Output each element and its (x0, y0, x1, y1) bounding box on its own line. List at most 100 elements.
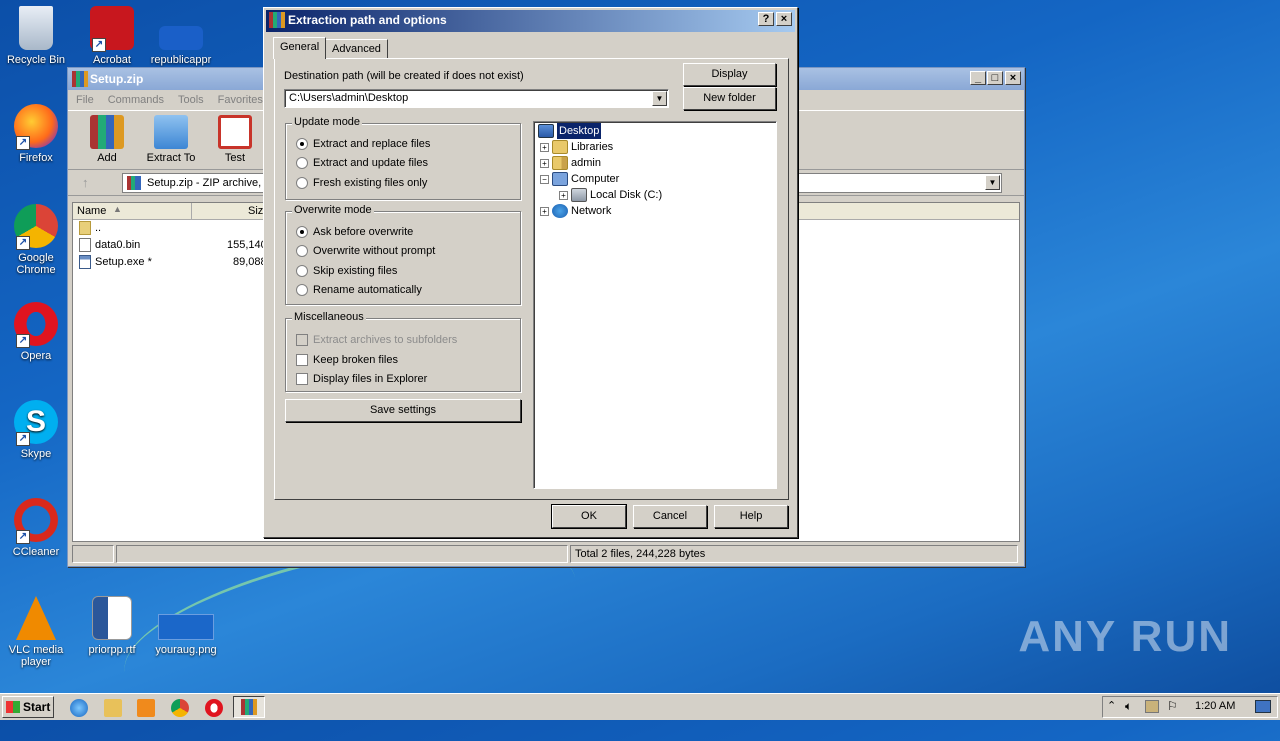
checkbox[interactable] (296, 373, 308, 385)
desktop-icon-vlc[interactable]: VLC media player (0, 596, 72, 668)
checkbox[interactable] (296, 354, 308, 366)
tray-expand-icon[interactable]: ⌃ (1107, 699, 1116, 712)
tree-item-libraries[interactable]: + Libraries (540, 139, 613, 155)
radio-button[interactable] (296, 177, 308, 189)
radio-extract-update[interactable]: Extract and update files (296, 155, 428, 171)
tree-item-computer[interactable]: − Computer (540, 171, 619, 187)
checkbox-extract-subfolders: Extract archives to subfolders (296, 332, 457, 348)
test-button[interactable]: Test (206, 115, 264, 164)
tab-general[interactable]: General (273, 37, 327, 59)
add-label: Add (97, 152, 117, 164)
destination-label: Destination path (will be created if doe… (284, 70, 524, 82)
radio-rename-automatically[interactable]: Rename automatically (296, 282, 422, 298)
radio-button[interactable] (296, 157, 308, 169)
radio-button[interactable] (296, 265, 308, 277)
radio-button[interactable] (296, 245, 308, 257)
chevron-down-icon[interactable]: ▼ (652, 91, 667, 106)
option-label: Extract and update files (313, 157, 428, 169)
radio-button[interactable] (296, 226, 308, 238)
chrome-icon[interactable] (171, 699, 189, 717)
desktop-icon-youraug[interactable]: youraug.png (150, 596, 222, 656)
computer-icon (552, 172, 568, 186)
desktop-icon-ccleaner[interactable]: ↗ CCleaner (0, 498, 72, 558)
checkbox-display-explorer[interactable]: Display files in Explorer (296, 371, 427, 387)
user-folder-icon (552, 156, 568, 170)
radio-skip-existing[interactable]: Skip existing files (296, 263, 397, 279)
new-folder-button[interactable]: New folder (683, 87, 776, 110)
explorer-icon[interactable] (104, 699, 122, 717)
tree-item-admin[interactable]: + admin (540, 155, 601, 171)
disk-drive-icon (571, 188, 587, 202)
help-dialog-button[interactable]: Help (714, 505, 788, 528)
clock[interactable]: 1:20 AM (1195, 700, 1235, 712)
radio-extract-replace[interactable]: Extract and replace files (296, 136, 430, 152)
folder-tree[interactable]: Desktop + Libraries + admin − Computer +… (533, 121, 777, 489)
tree-item-desktop[interactable]: Desktop (538, 123, 602, 139)
up-arrow-icon[interactable]: ↑ (82, 175, 89, 190)
image-file-icon (158, 614, 214, 640)
table-row[interactable]: .. (79, 220, 101, 237)
expand-icon[interactable]: + (540, 206, 549, 216)
show-desktop-icon[interactable] (1255, 700, 1271, 713)
cancel-button[interactable]: Cancel (633, 505, 707, 528)
desktop-icon-chrome[interactable]: ↗ Google Chrome (0, 204, 72, 276)
extract-to-button[interactable]: Extract To (142, 115, 200, 164)
menu-commands[interactable]: Commands (108, 90, 164, 110)
option-label: Extract archives to subfolders (313, 334, 458, 346)
save-settings-button[interactable]: Save settings (285, 399, 521, 422)
desktop-icon-opera[interactable]: ↗ Opera (0, 302, 72, 362)
add-button[interactable]: Add (78, 115, 136, 164)
address-dropdown-icon[interactable]: ▼ (985, 175, 1000, 190)
radio-overwrite-without-prompt[interactable]: Overwrite without prompt (296, 243, 435, 259)
collapse-icon[interactable]: − (540, 174, 549, 184)
menu-tools[interactable]: Tools (178, 90, 204, 110)
column-name[interactable]: Name (77, 205, 106, 217)
tree-item-network[interactable]: + Network (540, 203, 611, 219)
desktop-icon-acrobat[interactable]: ↗ Acrobat (76, 6, 148, 66)
overwrite-mode-legend: Overwrite mode (292, 204, 374, 216)
desktop-icon-recycle-bin[interactable]: Recycle Bin (0, 6, 72, 66)
table-row[interactable]: Setup.exe * 89,088 (79, 254, 267, 271)
bin-file-icon (79, 238, 91, 252)
table-row[interactable]: data0.bin 155,140 (79, 237, 267, 254)
expand-icon[interactable]: + (540, 158, 549, 168)
volume-icon[interactable]: 🔈︎ (1125, 699, 1132, 714)
radio-fresh-existing[interactable]: Fresh existing files only (296, 175, 427, 191)
system-tray: ⌃ 🔈︎ ⚐ 1:20 AM (1102, 696, 1278, 718)
radio-ask-before-overwrite[interactable]: Ask before overwrite (296, 224, 413, 240)
opera-icon[interactable] (205, 699, 223, 717)
close-button[interactable]: × (1005, 71, 1021, 85)
extract-to-label: Extract To (146, 152, 196, 164)
desktop-icon-republicappr[interactable]: republicappr (145, 6, 217, 66)
ie-icon[interactable] (70, 699, 88, 717)
radio-button[interactable] (296, 284, 308, 296)
help-button[interactable]: ? (758, 12, 774, 26)
minimize-button[interactable]: _ (970, 71, 986, 85)
close-button[interactable]: × (776, 12, 792, 26)
overwrite-mode-group: Overwrite mode Ask before overwrite Over… (285, 204, 521, 305)
start-button[interactable]: Start (2, 696, 54, 718)
option-label: Extract and replace files (313, 138, 431, 150)
desktop-icon-priorpp[interactable]: priorpp.rtf (76, 596, 148, 656)
test-clipboard-icon (218, 115, 252, 149)
desktop-icon-skype[interactable]: S ↗ Skype (0, 400, 72, 460)
flag-icon[interactable]: ⚐ (1167, 699, 1178, 713)
media-player-icon[interactable] (137, 699, 155, 717)
expand-icon[interactable]: + (540, 142, 549, 152)
dialog-titlebar[interactable]: Extraction path and options ? × (266, 10, 795, 32)
maximize-button[interactable]: □ (987, 71, 1003, 85)
ok-button[interactable]: OK (551, 504, 627, 529)
display-button[interactable]: Display (683, 63, 776, 86)
winrar-taskbar-button[interactable] (233, 696, 265, 718)
network-tray-icon[interactable] (1145, 700, 1159, 713)
desktop-icon-firefox[interactable]: ↗ Firefox (0, 104, 72, 164)
expand-icon[interactable]: + (559, 190, 568, 200)
destination-path-input[interactable]: C:\Users\admin\Desktop ▼ (284, 89, 669, 108)
radio-button[interactable] (296, 138, 308, 150)
tab-advanced[interactable]: Advanced (325, 39, 388, 59)
checkbox (296, 334, 308, 346)
checkbox-keep-broken[interactable]: Keep broken files (296, 352, 398, 368)
menu-favorites[interactable]: Favorites (218, 90, 263, 110)
menu-file[interactable]: File (76, 90, 94, 110)
tree-item-local-disk[interactable]: + Local Disk (C:) (559, 187, 662, 203)
